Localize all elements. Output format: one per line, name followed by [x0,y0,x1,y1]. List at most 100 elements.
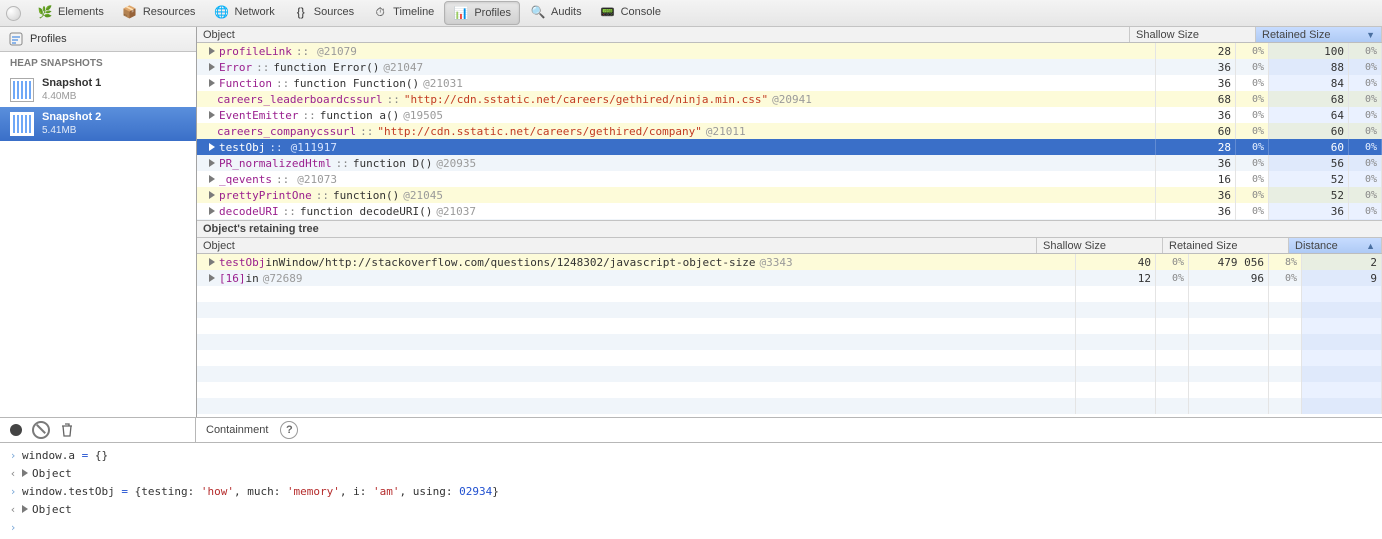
snapshot-size: 4.40MB [42,90,101,103]
empty-row [197,382,1382,398]
output-arrow-icon: ‹ [8,467,18,480]
snapshot-icon [10,112,34,136]
elements-icon: 🌿 [37,4,53,20]
col-object[interactable]: Object [197,27,1130,42]
empty-row [197,366,1382,382]
snapshot-title: Snapshot 2 [42,111,101,124]
console-line: ‹ Object [8,500,1374,518]
profiles-sidebar: Profiles HEAP SNAPSHOTS Snapshot 14.40MB… [0,27,197,417]
col-retained-2[interactable]: Retained Size [1163,238,1289,253]
tab-label: Sources [314,6,354,18]
object-row[interactable]: careers_leaderboardcssurl :: "http://cdn… [197,91,1382,107]
retain-grid-body[interactable]: testObj in Window / http://stackoverflow… [197,254,1382,417]
object-grid-header: Object Shallow Size Retained Size▼ [197,27,1382,43]
tab-resources[interactable]: 📦Resources [114,1,204,23]
console-icon: 📟 [600,4,616,20]
object-row[interactable]: _qevents :: @21073160%520% [197,171,1382,187]
network-icon: 🌐 [213,4,229,20]
output-arrow-icon: ‹ [8,503,18,516]
sidebar-title: Profiles [30,33,67,45]
resources-icon: 📦 [122,4,138,20]
snapshot-item[interactable]: Snapshot 25.41MB [0,107,196,141]
object-grid-body[interactable]: profileLink :: @21079280%1000%Error :: f… [197,43,1382,220]
console-text: window.a = {} [22,449,108,462]
disclosure-icon[interactable] [209,274,215,282]
object-row[interactable]: PR_normalizedHtml :: function D()@209353… [197,155,1382,171]
tab-label: Timeline [393,6,434,18]
disclosure-icon[interactable] [209,47,215,55]
empty-row [197,318,1382,334]
timeline-icon: ⏱ [372,4,388,20]
object-row[interactable]: testObj :: @111917280%600% [197,139,1382,155]
disclosure-icon[interactable] [22,505,28,513]
tab-label: Network [234,6,274,18]
input-arrow-icon: › [8,449,18,462]
empty-row [197,334,1382,350]
tab-elements[interactable]: 🌿 Elements [29,1,112,23]
sources-icon: {} [293,4,309,20]
prompt-icon[interactable]: › [8,521,18,534]
tab-label: Console [621,6,661,18]
console-text: Object [32,503,72,516]
console-line: ›window.testObj = {testing: 'how', much:… [8,482,1374,500]
tab-label: Elements [58,6,104,18]
console-text: Object [32,467,72,480]
clear-icon[interactable] [32,421,50,439]
snapshot-size: 5.41MB [42,124,101,137]
object-row[interactable]: Error :: function Error()@21047360%880% [197,59,1382,75]
retain-row[interactable]: testObj in Window / http://stackoverflow… [197,254,1382,270]
retaining-tree-label: Object's retaining tree [197,220,1382,238]
col-retained[interactable]: Retained Size▼ [1256,27,1382,42]
console-line: › [8,518,1374,536]
disclosure-icon[interactable] [209,111,215,119]
profiles-icon [8,31,24,47]
object-row[interactable]: profileLink :: @21079280%1000% [197,43,1382,59]
empty-row [197,398,1382,414]
retain-grid-header: Object Shallow Size Retained Size Distan… [197,238,1382,254]
console-line: ‹ Object [8,464,1374,482]
empty-row [197,302,1382,318]
tab-timeline[interactable]: ⏱ Timeline [364,1,442,23]
object-row[interactable]: careers_companycssurl :: "http://cdn.sst… [197,123,1382,139]
view-dropdown[interactable]: Containment [206,424,268,436]
tab-network[interactable]: 🌐 Network [205,1,282,23]
disclosure-icon[interactable] [22,469,28,477]
disclosure-icon[interactable] [209,258,215,266]
trash-icon[interactable] [60,423,74,437]
tab-label: Audits [551,6,582,18]
disclosure-icon[interactable] [209,175,215,183]
status-bar: Containment ? [0,417,1382,443]
object-row[interactable]: decodeURI :: function decodeURI()@210373… [197,203,1382,219]
tab-profiles[interactable]: 📊 Profiles [444,1,520,25]
col-shallow[interactable]: Shallow Size [1130,27,1256,42]
tab-sources[interactable]: {} Sources [285,1,362,23]
tab-audits[interactable]: 🔍Audits [522,1,590,23]
disclosure-icon[interactable] [209,63,215,71]
disclosure-icon[interactable] [209,79,215,87]
close-icon[interactable] [6,6,21,21]
disclosure-icon[interactable] [209,143,215,151]
record-icon[interactable] [10,424,22,436]
snapshot-icon [10,78,34,102]
disclosure-icon[interactable] [209,191,215,199]
profiles-icon: 📊 [453,5,469,21]
input-arrow-icon: › [8,485,18,498]
col-shallow-2[interactable]: Shallow Size [1037,238,1163,253]
console-drawer[interactable]: › window.a = {} ‹ Object ›window.testObj = {… [0,443,1382,539]
object-row[interactable]: prettyPrintOne :: function()@21045360%52… [197,187,1382,203]
snapshot-title: Snapshot 1 [42,77,101,90]
disclosure-icon[interactable] [209,207,215,215]
retain-row[interactable]: [16] in @72689120%960%9 [197,270,1382,286]
snapshot-item[interactable]: Snapshot 14.40MB [0,73,196,107]
disclosure-icon[interactable] [209,159,215,167]
object-row[interactable]: EventEmitter :: function a()@19505360%64… [197,107,1382,123]
devtools-toolbar: 🌿 Elements 📦Resources 🌐 Network {} Sources ⏱ Tim… [0,0,1382,27]
sort-desc-icon: ▼ [1366,30,1375,40]
tab-console[interactable]: 📟 Console [592,1,669,23]
col-object-2[interactable]: Object [197,238,1037,253]
tab-label: Profiles [474,7,511,19]
help-icon[interactable]: ? [280,421,298,439]
col-distance[interactable]: Distance▲ [1289,238,1382,253]
object-row[interactable]: Function :: function Function()@21031360… [197,75,1382,91]
empty-row [197,286,1382,302]
